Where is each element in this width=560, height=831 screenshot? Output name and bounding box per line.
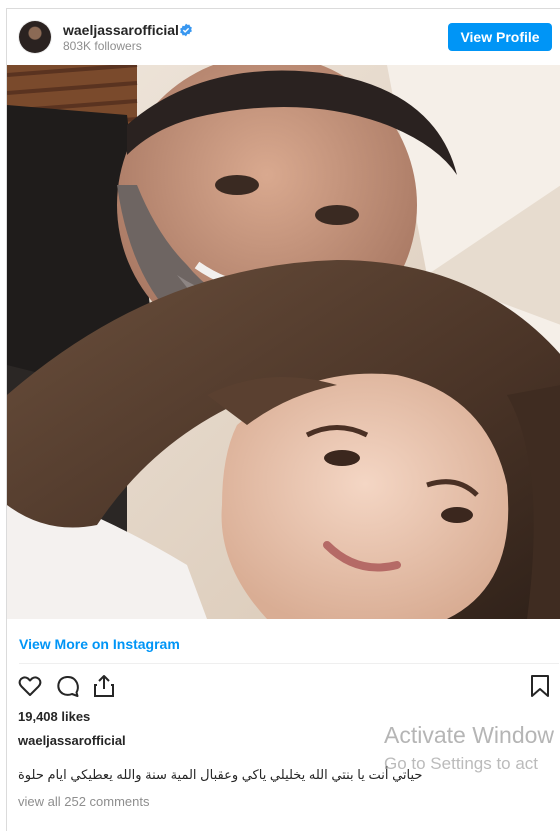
post-photo[interactable] xyxy=(7,65,560,619)
caption-text: حياتي أنت يا بنتي الله يخليلي ياكي وعقبا… xyxy=(18,767,423,782)
likes-count[interactable]: 19,408 likes xyxy=(18,709,90,724)
activate-windows-subtext: Go to Settings to act xyxy=(384,754,539,773)
header-username[interactable]: waeljassarofficial xyxy=(63,22,179,38)
profile-avatar[interactable] xyxy=(19,21,51,53)
view-all-comments-link[interactable]: view all 252 comments xyxy=(18,794,150,809)
follower-count: 803K followers xyxy=(63,39,142,53)
selfie-photo-illustration xyxy=(7,65,560,619)
comment-icon[interactable] xyxy=(55,673,81,699)
share-icon[interactable] xyxy=(91,673,117,699)
view-more-on-instagram-link[interactable]: View More on Instagram xyxy=(19,636,180,652)
heart-icon[interactable] xyxy=(17,673,43,699)
view-profile-button[interactable]: View Profile xyxy=(448,23,552,51)
divider xyxy=(19,663,559,664)
caption-username[interactable]: waeljassarofficial xyxy=(18,733,126,748)
post-header: waeljassarofficial 803K followers View P… xyxy=(7,9,560,65)
bookmark-icon[interactable] xyxy=(527,673,553,699)
instagram-embed-card: waeljassarofficial 803K followers View P… xyxy=(6,8,560,831)
verified-badge-icon xyxy=(180,23,192,37)
activate-windows-watermark: Activate Window xyxy=(384,722,555,748)
